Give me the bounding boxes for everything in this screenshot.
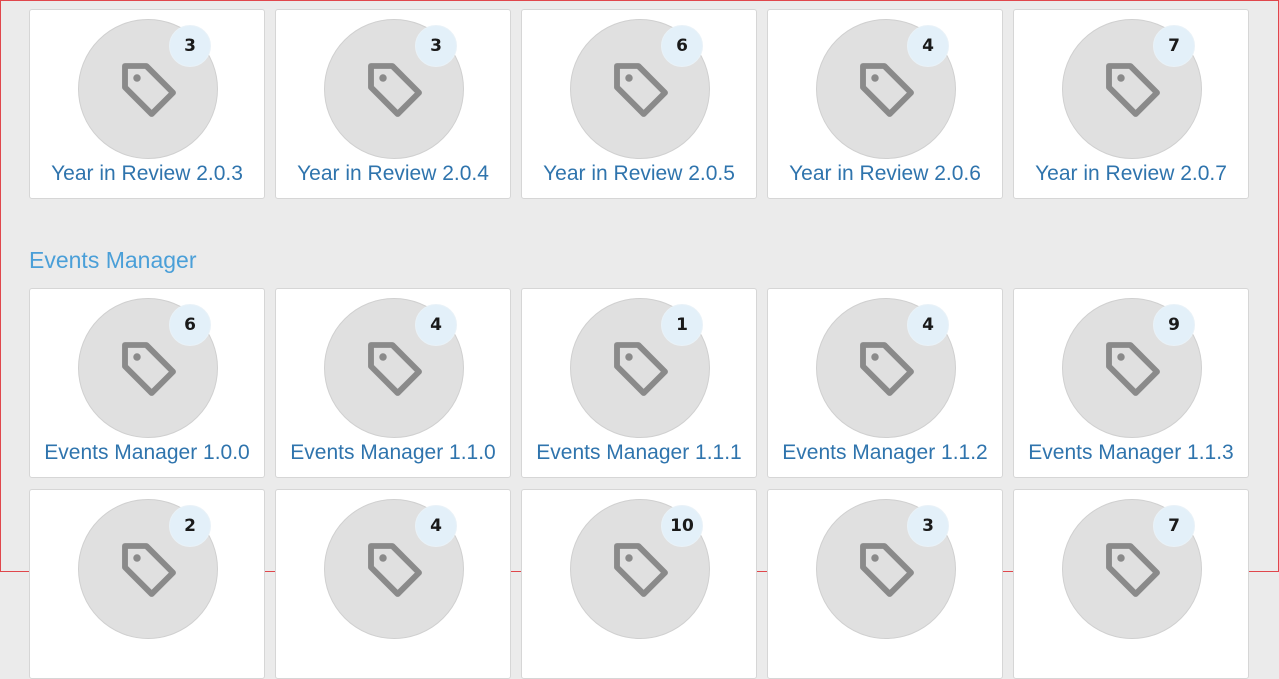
count-badge: 6 xyxy=(661,25,703,67)
card-label[interactable]: Year in Review 2.0.3 xyxy=(30,162,264,186)
count-badge: 7 xyxy=(1153,505,1195,547)
tag-icon xyxy=(368,63,422,117)
tag-icon xyxy=(122,342,176,396)
count-badge: 2 xyxy=(169,505,211,547)
tag-card[interactable]: 4 xyxy=(275,489,511,679)
events-manager-row-2: 2 4 10 3 7 xyxy=(29,489,1249,679)
card-label[interactable]: Year in Review 2.0.6 xyxy=(768,162,1002,186)
count-badge: 4 xyxy=(907,25,949,67)
tag-icon xyxy=(1106,63,1160,117)
count-badge: 4 xyxy=(415,304,457,346)
card-label[interactable]: Events Manager 1.1.3 xyxy=(1014,441,1248,465)
card-label[interactable]: Year in Review 2.0.7 xyxy=(1014,162,1248,186)
tag-card[interactable]: 4 Year in Review 2.0.6 xyxy=(767,9,1003,199)
tag-icon xyxy=(614,342,668,396)
tag-card[interactable]: 2 xyxy=(29,489,265,679)
tag-card[interactable]: 7 xyxy=(1013,489,1249,679)
tag-icon xyxy=(860,543,914,597)
count-badge: 3 xyxy=(169,25,211,67)
count-badge: 10 xyxy=(661,505,703,547)
events-manager-row: 6 Events Manager 1.0.0 4 Events Manager … xyxy=(29,288,1249,478)
tag-icon xyxy=(122,543,176,597)
count-badge: 6 xyxy=(169,304,211,346)
count-badge: 9 xyxy=(1153,304,1195,346)
count-badge: 1 xyxy=(661,304,703,346)
card-label[interactable]: Events Manager 1.1.1 xyxy=(522,441,756,465)
count-badge: 3 xyxy=(907,505,949,547)
card-label[interactable]: Events Manager 1.1.0 xyxy=(276,441,510,465)
tag-icon xyxy=(1106,543,1160,597)
tag-card[interactable]: 3 Year in Review 2.0.3 xyxy=(29,9,265,199)
section-title-events-manager[interactable]: Events Manager xyxy=(29,247,196,274)
tag-icon xyxy=(368,543,422,597)
tag-card[interactable]: 1 Events Manager 1.1.1 xyxy=(521,288,757,478)
tag-icon xyxy=(860,63,914,117)
tag-card[interactable]: 4 Events Manager 1.1.0 xyxy=(275,288,511,478)
tag-card[interactable]: 6 Year in Review 2.0.5 xyxy=(521,9,757,199)
tag-card[interactable]: 3 xyxy=(767,489,1003,679)
tag-icon xyxy=(122,63,176,117)
count-badge: 4 xyxy=(907,304,949,346)
tag-card[interactable]: 4 Events Manager 1.1.2 xyxy=(767,288,1003,478)
tag-icon xyxy=(614,543,668,597)
tag-card[interactable]: 7 Year in Review 2.0.7 xyxy=(1013,9,1249,199)
card-label[interactable]: Events Manager 1.0.0 xyxy=(30,441,264,465)
count-badge: 3 xyxy=(415,25,457,67)
tag-icon xyxy=(368,342,422,396)
year-in-review-row: 3 Year in Review 2.0.3 3 Year in Review … xyxy=(29,9,1249,199)
tag-icon xyxy=(614,63,668,117)
tag-icon xyxy=(1106,342,1160,396)
tag-card[interactable]: 3 Year in Review 2.0.4 xyxy=(275,9,511,199)
count-badge: 4 xyxy=(415,505,457,547)
count-badge: 7 xyxy=(1153,25,1195,67)
card-label[interactable]: Year in Review 2.0.4 xyxy=(276,162,510,186)
tag-card[interactable]: 6 Events Manager 1.0.0 xyxy=(29,288,265,478)
card-label[interactable]: Events Manager 1.1.2 xyxy=(768,441,1002,465)
tag-icon xyxy=(860,342,914,396)
tag-card[interactable]: 9 Events Manager 1.1.3 xyxy=(1013,288,1249,478)
tag-card[interactable]: 10 xyxy=(521,489,757,679)
card-label[interactable]: Year in Review 2.0.5 xyxy=(522,162,756,186)
